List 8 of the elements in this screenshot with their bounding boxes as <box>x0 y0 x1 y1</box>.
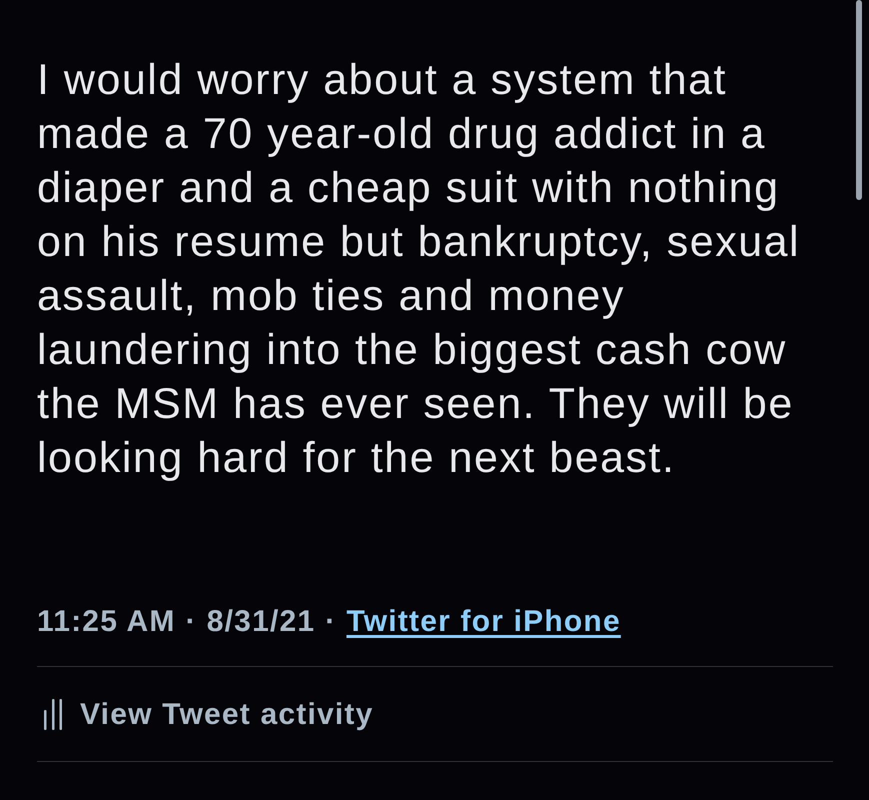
tweet-date: 8/31/21 <box>206 605 316 639</box>
bar-chart-icon <box>44 698 62 730</box>
separator-dot: · <box>186 605 197 639</box>
source-link[interactable]: Twitter for iPhone <box>346 605 621 639</box>
tweet-text: I would worry about a system that made a 70 year-old drug addict in a diaper and a cheap suit with nothing on his resume but bankruptcy, sexual assault, mob ties and money laundering into the biggest cash cow the MSM has ever seen. They will be looking hard for the next beast. <box>37 55 802 484</box>
separator-dot: · <box>325 605 336 639</box>
view-activity-link[interactable]: View Tweet activity <box>80 692 374 736</box>
tweet-time: 11:25 AM <box>37 605 176 639</box>
